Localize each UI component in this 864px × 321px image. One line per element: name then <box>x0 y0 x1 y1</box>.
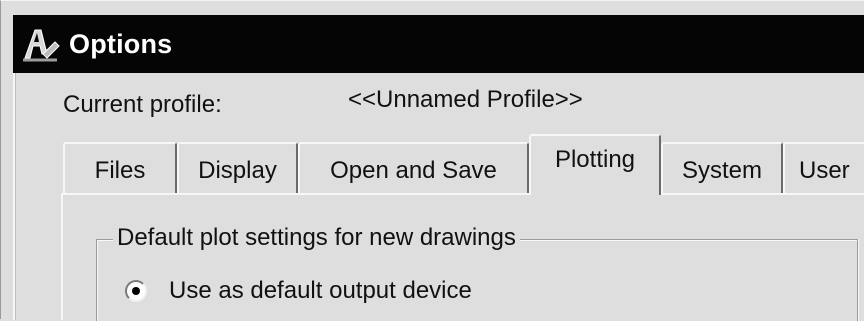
window-title: Options <box>69 28 173 59</box>
tab-user-label: User <box>799 156 850 184</box>
default-plot-settings-label: Default plot settings for new drawings <box>113 224 520 252</box>
title-bar[interactable]: Options <box>13 15 864 73</box>
tab-files-label: Files <box>94 156 146 184</box>
tab-plotting[interactable]: Plotting <box>529 134 661 195</box>
tab-display[interactable]: Display <box>177 142 298 193</box>
current-profile-value: <<Unnamed Profile>> <box>348 86 583 113</box>
tab-user[interactable]: User <box>783 142 864 193</box>
use-default-output-device-label[interactable]: Use as default output device <box>169 277 472 305</box>
use-default-output-device-option[interactable]: Use as default output device <box>125 277 472 305</box>
tab-open-and-save[interactable]: Open and Save <box>298 142 529 193</box>
tab-files[interactable]: Files <box>63 142 177 193</box>
options-dialog: Options Current profile: <<Unnamed Profi… <box>0 0 864 321</box>
autocad-app-icon <box>21 24 65 64</box>
frame-edge-shadow <box>15 73 16 320</box>
tab-system[interactable]: System <box>661 142 783 193</box>
tab-open-and-save-label: Open and Save <box>330 156 497 184</box>
tab-display-label: Display <box>198 156 277 184</box>
current-profile-label: Current profile: <box>63 91 222 118</box>
tab-plotting-label: Plotting <box>554 145 636 173</box>
use-default-output-device-radio[interactable] <box>125 280 147 302</box>
radio-selected-dot <box>132 287 140 295</box>
tab-system-label: System <box>681 156 762 184</box>
